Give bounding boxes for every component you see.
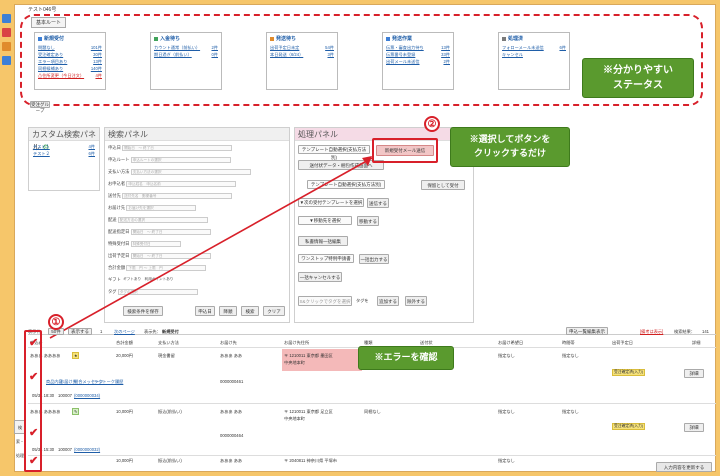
row-divider [28, 455, 716, 456]
col-header: 出荷予定日 [612, 340, 633, 345]
row-pay: 現金書留 [158, 353, 175, 358]
check-icon[interactable]: ✔ [29, 454, 38, 467]
row-pay: 振込(前払い) [158, 409, 182, 414]
row-code: 100007 [58, 447, 72, 452]
col-header: お届け希望日 [498, 340, 524, 345]
row-addr: 〒 1210011 東京都 墨田区 [284, 353, 333, 358]
check-icon[interactable]: ✔ [29, 426, 38, 439]
col-header: お届け先住所 [284, 340, 310, 345]
row-amount: 10,000円 [116, 409, 133, 414]
row-wish: 指定なし [498, 409, 515, 414]
display-label: 表示先： [144, 329, 161, 334]
col-header: 時間帯 [562, 340, 575, 345]
row-pay: 振込(前払い) [158, 458, 182, 463]
copy-link[interactable]: (0000000032) [74, 447, 100, 452]
row-wish: 指定なし [498, 458, 515, 463]
row-id: 0000000461 [220, 379, 244, 384]
col-header: 支払い方法 [158, 340, 179, 345]
row-addr2: 中央地本町 [284, 360, 305, 365]
detail-button[interactable]: 詳細 [684, 423, 704, 432]
col-header: 詳細 [692, 340, 701, 345]
next-page-link[interactable]: 次のページ [114, 329, 135, 335]
total-value: 141 [702, 329, 709, 334]
row-wish: 指定なし [498, 353, 515, 358]
row-dest: あああ ああ [220, 353, 243, 358]
row-amount: 20,000円 [116, 353, 133, 358]
display-button[interactable]: 表示する [68, 328, 92, 335]
display-status: 新規受付 [162, 329, 179, 334]
row-addr: 〒 1210011 東京都 足立区 [284, 409, 333, 414]
col-header: お届け先 [220, 340, 237, 345]
col-header: 合計金額 [116, 340, 133, 345]
row-id: 0000000464 [220, 433, 244, 438]
row-tag: 受注確定済(入力) [612, 423, 646, 430]
total-label: 検索結果： [674, 329, 695, 334]
copy-link[interactable]: (0000000034) [74, 393, 100, 398]
check-icon[interactable]: ✔ [29, 370, 38, 383]
checkbox-highlight [24, 330, 42, 472]
row-dest: あああ ああ [220, 458, 243, 463]
row-code: 100007 [58, 393, 72, 398]
row-dest: あああ ああ [220, 409, 243, 414]
row-addr2: 中央地本町 [284, 416, 305, 421]
step-1-marker: ① [48, 314, 64, 330]
leaf-icon: ✎ [72, 408, 80, 415]
detail-button[interactable]: 詳細 [684, 369, 704, 378]
row-amount: 10,000円 [116, 458, 133, 463]
remarks-link[interactable]: [備考は表示] [640, 329, 663, 335]
row-time: 指定なし [562, 353, 579, 358]
row-addr: 〒 2040811 神奈川県 平塚市 [284, 458, 337, 463]
pager[interactable]: 1 [100, 329, 102, 334]
row-type: 同梱なし [364, 409, 381, 414]
bulk-edit-view-button[interactable]: 申込一覧編集表示 [566, 327, 608, 335]
row-time: 指定なし [562, 409, 579, 414]
row-divider [28, 403, 716, 404]
check-icon[interactable]: ✔ [29, 336, 38, 349]
update-button[interactable]: 入力内容を更新する [656, 462, 712, 472]
callout-error: ※エラーを確認 [358, 346, 454, 370]
row-tag: 受注確定済(入力) [612, 369, 646, 376]
star-icon: ★ [72, 352, 80, 359]
row-link[interactable]: ラクトーク履歴 [94, 379, 123, 385]
